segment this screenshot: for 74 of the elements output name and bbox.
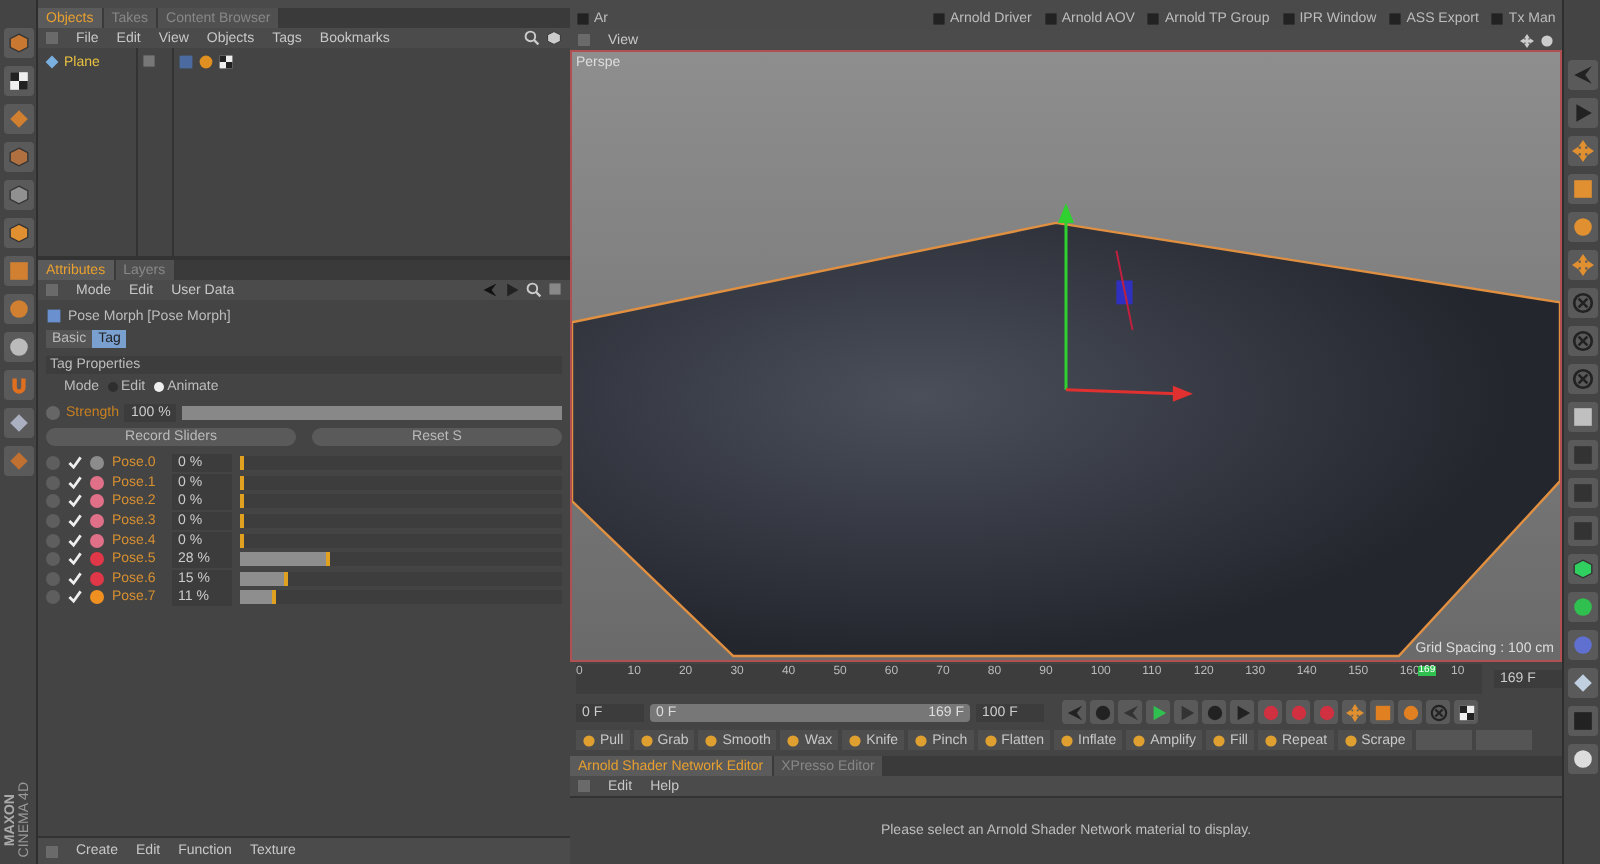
plane-drawing[interactable] xyxy=(572,221,1560,658)
range-slider[interactable] xyxy=(650,703,970,721)
step-forward-icon[interactable] xyxy=(1177,703,1195,721)
pose-slider[interactable] xyxy=(240,456,562,471)
checkbox[interactable] xyxy=(68,533,82,548)
checkbox-icon xyxy=(142,54,156,68)
cube-icon[interactable] xyxy=(7,184,29,206)
search-icon xyxy=(526,282,542,298)
pose-morph-tag-icon xyxy=(178,54,194,70)
move-icon[interactable] xyxy=(1345,703,1363,721)
cube-icon[interactable] xyxy=(1571,558,1593,580)
pose-slider[interactable] xyxy=(240,533,562,548)
checker-cube-icon[interactable] xyxy=(7,70,29,92)
pose-slider[interactable] xyxy=(240,552,562,567)
tag-icon xyxy=(198,54,214,70)
pose-slider[interactable] xyxy=(240,590,562,605)
brush-icon xyxy=(786,733,801,747)
magnet-icon[interactable] xyxy=(7,374,29,396)
menu-handle[interactable] xyxy=(578,780,590,792)
checkbox[interactable] xyxy=(68,552,82,567)
move-icon[interactable] xyxy=(1571,140,1593,162)
skip-start-icon[interactable] xyxy=(1065,703,1083,721)
brush-icon xyxy=(848,733,863,747)
plugin-icon xyxy=(1146,12,1161,26)
checkbox[interactable] xyxy=(68,456,82,471)
checkbox[interactable] xyxy=(68,494,82,509)
checker-tag-icon xyxy=(218,54,234,70)
checkbox[interactable] xyxy=(68,571,82,586)
brush-icon xyxy=(582,733,596,747)
plane-object-icon xyxy=(44,54,60,70)
plugin-icon xyxy=(576,12,590,26)
pose-slider[interactable] xyxy=(240,514,562,529)
search-icon xyxy=(524,30,540,46)
pose-morph-icon xyxy=(46,308,62,324)
menu-handle[interactable] xyxy=(46,284,58,296)
cube-icon[interactable] xyxy=(7,146,29,168)
keyframe-toggle[interactable] xyxy=(46,406,60,420)
cube-icon[interactable] xyxy=(7,32,29,54)
pose-slider[interactable] xyxy=(240,494,562,509)
menu-handle[interactable] xyxy=(46,32,58,44)
move-icon[interactable] xyxy=(1571,254,1593,276)
checkbox[interactable] xyxy=(68,590,82,605)
brush-icon xyxy=(983,733,998,747)
strength-slider[interactable] xyxy=(182,406,562,420)
skip-end-icon[interactable] xyxy=(1233,703,1251,721)
back-arrow-icon xyxy=(482,282,498,298)
step-back-icon[interactable] xyxy=(1121,703,1139,721)
plugin-icon xyxy=(1388,12,1403,26)
brush-icon xyxy=(704,733,719,747)
record-icon[interactable] xyxy=(1261,703,1279,721)
brush-icon xyxy=(914,733,929,747)
pose-slider[interactable] xyxy=(240,475,562,490)
pose-slider[interactable] xyxy=(240,571,562,586)
plugin-icon xyxy=(1281,12,1296,26)
axis-gizmo-drawing[interactable] xyxy=(1057,203,1194,402)
play-icon[interactable] xyxy=(1149,703,1167,721)
checkbox[interactable] xyxy=(68,475,82,490)
radio-button[interactable] xyxy=(153,382,164,392)
brush-icon xyxy=(1212,733,1227,747)
brush-icon xyxy=(1343,733,1358,747)
plugin-icon xyxy=(1043,12,1058,26)
menu-handle[interactable] xyxy=(46,845,58,857)
plugin-icon xyxy=(932,12,946,26)
scale-icon[interactable] xyxy=(1571,178,1593,200)
menu-handle[interactable] xyxy=(578,34,590,46)
scale-icon[interactable] xyxy=(1373,703,1391,721)
checkbox[interactable] xyxy=(68,514,82,529)
brush-icon xyxy=(639,733,654,747)
cube-icon[interactable] xyxy=(7,222,29,244)
brush-icon xyxy=(1264,733,1278,747)
brush-icon xyxy=(1132,733,1147,747)
plugin-icon xyxy=(1490,12,1505,26)
brush-icon xyxy=(1060,733,1075,747)
move-view-icon xyxy=(1520,33,1534,47)
